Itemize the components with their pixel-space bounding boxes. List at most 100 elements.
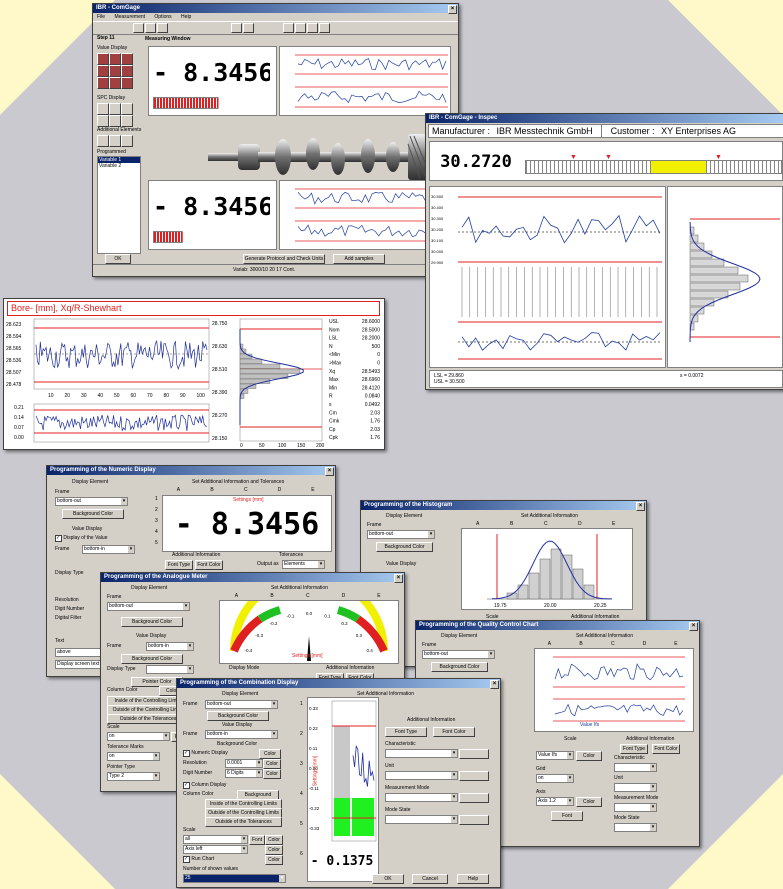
ok-button[interactable]: OK bbox=[105, 254, 131, 264]
close-icon[interactable]: × bbox=[636, 502, 645, 511]
cd-mode-btn[interactable] bbox=[459, 815, 489, 825]
tool-button[interactable] bbox=[109, 65, 121, 77]
cd-frame2-select[interactable]: bottom-in bbox=[205, 730, 278, 739]
cd-frame-select[interactable]: bottom-out bbox=[205, 700, 278, 709]
tool-button[interactable] bbox=[121, 65, 133, 77]
cd-scale-select[interactable]: all bbox=[183, 835, 248, 844]
tool-button[interactable] bbox=[97, 77, 109, 89]
cd-numeric-display[interactable]: ✓ Numeric Display bbox=[183, 750, 228, 757]
cd-font-btn[interactable]: Font bbox=[249, 835, 265, 845]
additional-tool-button[interactable] bbox=[109, 135, 121, 147]
cd-shown-values-select[interactable]: 25 bbox=[183, 874, 286, 883]
cd-resolution-select[interactable]: 0.0001 bbox=[225, 759, 263, 768]
cd-background-color[interactable]: Background Color bbox=[207, 711, 269, 721]
toolbar-button-6[interactable] bbox=[283, 23, 294, 33]
close-icon[interactable]: × bbox=[394, 574, 403, 583]
am-tol-select[interactable]: on bbox=[107, 752, 160, 761]
checkbox-icon[interactable]: ✓ bbox=[55, 535, 62, 542]
close-icon[interactable]: × bbox=[448, 5, 457, 14]
additional-tool-button[interactable] bbox=[121, 135, 133, 147]
cd-column-display[interactable]: ✓ Column Display bbox=[183, 782, 226, 789]
qc-frame-select[interactable]: bottom-out bbox=[422, 650, 495, 659]
spc-tool-button[interactable] bbox=[109, 115, 121, 127]
qc-font-type[interactable]: Font Type bbox=[620, 744, 648, 754]
close-icon[interactable]: × bbox=[490, 680, 499, 689]
am-frame2-select[interactable]: bottom-in bbox=[146, 642, 194, 651]
additional-tool-button[interactable] bbox=[97, 135, 109, 147]
am-background-color[interactable]: Background Color bbox=[121, 617, 183, 627]
tool-button[interactable] bbox=[109, 53, 121, 65]
cd-color-btn-1[interactable]: Color bbox=[259, 749, 281, 759]
qc-characteristic-select[interactable] bbox=[614, 763, 657, 772]
qc-scale-select[interactable]: Value Ifs bbox=[536, 751, 574, 760]
list-item[interactable]: Variable 2 bbox=[98, 163, 140, 169]
spc-tool-button[interactable] bbox=[121, 115, 133, 127]
background-color-button[interactable]: Background Color bbox=[62, 509, 124, 519]
tool-button[interactable] bbox=[109, 77, 121, 89]
spc-tool-button[interactable] bbox=[121, 103, 133, 115]
cd-characteristic-select[interactable] bbox=[385, 749, 458, 758]
cd-color-btn-6[interactable]: Color bbox=[265, 855, 283, 865]
add-samples-button[interactable]: Add samples bbox=[333, 254, 385, 264]
toolbar-button-9[interactable] bbox=[319, 23, 330, 33]
qc-axis-select[interactable]: Axis 1.2 bbox=[536, 797, 574, 806]
cd-color-btn-5[interactable]: Color bbox=[265, 845, 283, 855]
cd-meas-btn[interactable] bbox=[459, 793, 489, 803]
qc-font-color[interactable]: Font Color bbox=[652, 744, 680, 754]
toolbar-button-4[interactable] bbox=[231, 23, 242, 33]
output-select[interactable]: Elements bbox=[282, 560, 325, 569]
close-icon[interactable]: × bbox=[689, 622, 698, 631]
toolbar-button-2[interactable] bbox=[145, 23, 156, 33]
checkbox-icon[interactable]: ✓ bbox=[183, 782, 190, 789]
toolbar-button-5[interactable] bbox=[243, 23, 254, 33]
am-display-type-select[interactable] bbox=[146, 665, 194, 674]
cd-font-type[interactable]: Font Type bbox=[385, 727, 427, 737]
menu-file[interactable]: File bbox=[97, 14, 105, 20]
programmed-list[interactable]: Variable 1 Variable 2 bbox=[97, 156, 141, 254]
cd-color-btn-4[interactable]: Color bbox=[265, 835, 283, 845]
tool-button[interactable] bbox=[121, 53, 133, 65]
hd-frame-select[interactable]: bottom-out bbox=[367, 530, 435, 539]
toolbar-button-1[interactable] bbox=[133, 23, 144, 33]
qc-background-color[interactable]: Background Color bbox=[431, 662, 488, 672]
frame2-select[interactable]: bottom-in bbox=[82, 545, 135, 554]
cd-help-button[interactable]: Help bbox=[457, 874, 489, 884]
am-pointer-select[interactable]: Type 2 bbox=[107, 772, 160, 781]
spc-tool-button[interactable] bbox=[97, 115, 109, 127]
cd-cancel-button[interactable]: Cancel bbox=[412, 874, 448, 884]
hd-background-color[interactable]: Background Color bbox=[376, 542, 433, 552]
am-scale-select[interactable]: on bbox=[107, 732, 170, 741]
cd-font-color[interactable]: Font Color bbox=[433, 727, 475, 737]
cd-run-chart[interactable]: ✓ Run Chart bbox=[183, 856, 214, 863]
menu-measurement[interactable]: Measurement bbox=[114, 14, 145, 20]
am-frame-select[interactable]: bottom-out bbox=[107, 602, 190, 611]
font-type-button[interactable]: Font Type bbox=[165, 560, 193, 570]
qc-color-button-2[interactable]: Color bbox=[576, 797, 602, 807]
qc-color-button[interactable]: Color bbox=[576, 751, 602, 761]
cd-color-btn-2[interactable]: Color bbox=[263, 759, 281, 769]
spc-tool-button[interactable] bbox=[109, 103, 121, 115]
font-color-button[interactable]: Font Color bbox=[195, 560, 223, 570]
cd-mode-state-select[interactable] bbox=[385, 815, 458, 824]
toolbar-button-7[interactable] bbox=[295, 23, 306, 33]
qc-unit-select[interactable] bbox=[614, 783, 657, 792]
checkbox-icon[interactable]: ✓ bbox=[183, 750, 190, 757]
cd-outside-tol[interactable]: Outside of the Tolerances bbox=[205, 817, 282, 827]
menu-options[interactable]: Options bbox=[154, 14, 171, 20]
close-icon[interactable]: × bbox=[325, 467, 334, 476]
cd-digit-select[interactable]: 6 Digits bbox=[225, 769, 263, 778]
tool-button[interactable] bbox=[121, 77, 133, 89]
menu-help[interactable]: Help bbox=[181, 14, 191, 20]
qc-grid-select[interactable]: on bbox=[536, 774, 574, 783]
display-value-checkbox[interactable]: ✓ Display of the Value bbox=[55, 535, 108, 542]
tool-button[interactable] bbox=[97, 65, 109, 77]
toolbar-button-3[interactable] bbox=[157, 23, 168, 33]
qc-mode-state-select[interactable] bbox=[614, 823, 657, 832]
am-background-color-2[interactable]: Background Color bbox=[121, 654, 183, 664]
cd-measurement-select[interactable] bbox=[385, 793, 458, 802]
cd-char-btn[interactable] bbox=[459, 749, 489, 759]
spc-tool-button[interactable] bbox=[97, 103, 109, 115]
protocol-button[interactable]: Generate Protocol and Check Units bbox=[243, 254, 325, 264]
toolbar-button-8[interactable] bbox=[307, 23, 318, 33]
qc-font-button[interactable]: Font bbox=[551, 811, 583, 821]
